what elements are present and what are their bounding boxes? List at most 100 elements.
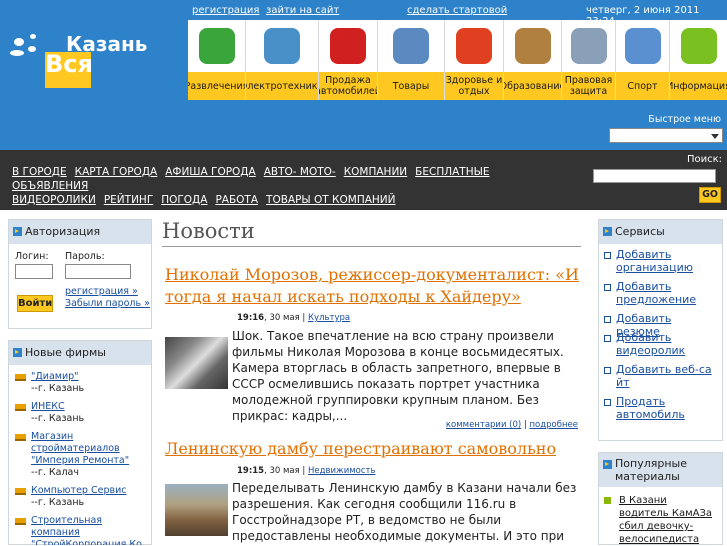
article-thumbnail[interactable] [165,337,228,389]
add-offer-link[interactable]: Добавить предложение [604,280,716,306]
add-website-link[interactable]: Добавить веб-сайт [604,363,716,389]
category-goods[interactable]: Товары [378,20,445,100]
pencil-icon [680,28,717,64]
category-label[interactable]: Товары [378,72,444,100]
firm-name[interactable]: ИНЕКС [31,401,149,413]
category-sport[interactable]: Спорт [616,20,670,100]
login-link[interactable]: зайти на сайт [266,5,339,16]
firm-name[interactable]: "Диамир" [31,371,149,383]
category-label[interactable]: Образование [504,72,561,100]
sell-car-link[interactable]: Продать автомобиль [604,395,716,421]
auth-title: Авторизация [9,220,151,244]
article-date: , 30 мая | [264,313,306,323]
nav-link-companies[interactable]: КОМПАНИИ [344,166,407,178]
news-section: Новости Николай Морозов, режиссер-докуме… [162,214,582,545]
firm-city: --г. Калач [31,467,79,478]
quick-menu-panel: Быстрое меню [188,100,727,150]
popular-item-link[interactable]: В Казани водитель КамАЗа сбил девочку-ве… [619,494,719,546]
header: Казань Вся регистрация зайти на сайт сде… [0,0,727,150]
article-category-link[interactable]: Культура [308,313,350,323]
category-electrical[interactable]: Электротехника [246,20,319,100]
add-video-link[interactable]: Добавить видеоролик [604,331,716,357]
category-label[interactable]: Продажа автомобилей [319,72,377,100]
article-category-link[interactable]: Недвижимость [308,466,375,476]
add-organization-link[interactable]: Добавить организацию [604,248,716,274]
article-excerpt: Переделывать Ленинскую дамбу в Казани на… [232,481,577,543]
folder-icon [15,374,26,381]
nav-link-videos[interactable]: ВИДЕОРОЛИКИ [12,194,96,206]
category-label[interactable]: Электротехника [246,72,318,100]
nav-link-auto[interactable]: АВТО- МОТО- [264,166,336,178]
owl-graduate-icon [514,28,551,64]
nav-link-city[interactable]: В ГОРОДЕ [12,166,67,178]
read-more-link[interactable]: подробнее [530,420,579,430]
site-logo[interactable]: Казань Вся [0,0,188,150]
new-firms-title: Новые фирмы [9,341,151,365]
article-meta: 19:16, 30 мая | Культура [237,313,350,323]
register-link[interactable]: регистрация » [65,286,138,297]
popular-box: Популярные материалы В Казани водитель К… [598,452,723,545]
category-entertainment[interactable]: Развлечения [188,20,246,100]
category-info[interactable]: Информация [670,20,727,100]
services-title: Сервисы [599,220,722,244]
top-links-bar: регистрация зайти на сайт сделать старто… [188,0,727,27]
nav-link-map[interactable]: КАРТА ГОРОДА [75,166,158,178]
login-label: Логин: [15,251,49,262]
login-button[interactable]: Войти [17,295,53,312]
register-link[interactable]: регистрация [192,5,259,16]
firm-item: Строительная компания "СтройКорпорация К… [15,515,149,545]
nav-link-weather[interactable]: ПОГОДА [161,194,207,206]
category-bar: Развлечения Электротехника Продажа автом… [188,20,727,100]
page-title: Новости [162,219,255,243]
folder-icon [15,518,26,525]
category-education[interactable]: Образование [504,20,562,100]
article-title[interactable]: Ленинскую дамбу перестраивают самовольно [165,438,580,460]
folder-icon [15,404,26,411]
new-firms-box: Новые фирмы "Диамир" --г. Казань ИНЕКС -… [8,340,152,545]
logo-word-all: Вся [45,50,93,78]
category-label[interactable]: Здоровье и отдых [445,72,503,100]
cash-register-icon [393,28,429,64]
auth-box: Авторизация Логин: Пароль: Войти регистр… [8,219,152,329]
logo-dot [14,38,24,46]
firm-item: "Диамир" --г. Казань [15,371,149,397]
nav-links: В ГОРОДЕ КАРТА ГОРОДА АФИША ГОРОДА АВТО- МО… [12,165,572,207]
category-label[interactable]: Спорт [616,72,669,100]
nav-link-jobs[interactable]: РАБОТА [215,194,258,206]
nav-link-rating[interactable]: РЕЙТИНГ [104,194,153,206]
article-title[interactable]: Николай Морозов, режиссер-документалист:… [165,264,580,308]
main-nav: В ГОРОДЕ КАРТА ГОРОДА АФИША ГОРОДА АВТО- МО… [0,150,727,210]
firm-item: ИНЕКС --г. Казань [15,401,149,427]
login-field[interactable] [15,264,53,279]
quick-menu-title: Быстрое меню [648,114,721,125]
category-label[interactable]: Правовая защита [562,72,615,100]
category-label[interactable]: Развлечения [188,72,245,100]
article-thumbnail[interactable] [165,484,228,536]
article-time: 19:16 [237,313,265,323]
search-input[interactable] [593,169,716,183]
firm-name[interactable]: Строительная компания "СтройКорпорация К… [31,515,149,545]
firm-city: --г. Казань [31,413,85,424]
article-time: 19:15 [237,466,265,476]
comments-link[interactable]: комментарии (0) [446,420,521,430]
medical-cross-icon [456,28,492,64]
category-cars[interactable]: Продажа автомобилей [319,20,378,100]
firm-city: --г. Казань [31,383,85,394]
password-label: Пароль: [65,251,105,262]
nav-link-events[interactable]: АФИША ГОРОДА [165,166,255,178]
firm-name[interactable]: Компьютер Сервис [31,485,149,497]
category-label[interactable]: Информация [670,72,727,100]
password-field[interactable] [65,264,131,279]
category-legal[interactable]: Правовая защита [562,20,616,100]
category-health[interactable]: Здоровье и отдых [445,20,504,100]
search-go-button[interactable]: GO [699,187,721,203]
firm-name[interactable]: Магазин стройматериалов "Империя Ремонта… [31,431,149,467]
red-car-icon [330,28,366,64]
dumbbell-icon [624,28,661,64]
forgot-password-link[interactable]: Забыли пароль » [65,298,150,309]
scales-icon [570,28,607,64]
article-footer: комментарии (0) | подробнее [445,420,579,430]
set-homepage-link[interactable]: сделать стартовой [407,5,507,16]
nav-link-products[interactable]: ТОВАРЫ ОТ КОМПАНИЙ [266,194,395,206]
quick-menu-select[interactable] [609,128,723,143]
